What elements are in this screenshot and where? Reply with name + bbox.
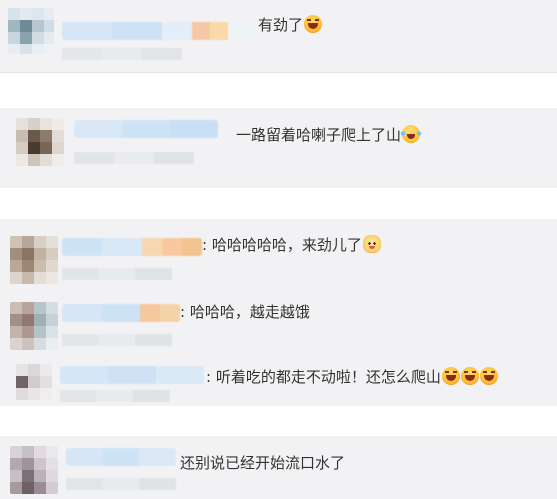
laugh-emoji-icon — [460, 367, 479, 385]
username[interactable] — [62, 22, 252, 40]
avatar[interactable] — [16, 118, 64, 174]
comment-text-content: 还别说已经开始流口水了 — [180, 454, 346, 472]
username[interactable] — [66, 448, 176, 466]
comment-text-content: 一路留着哈喇子爬上了山 — [236, 126, 402, 144]
divider — [0, 72, 557, 73]
laugh-emoji-icon — [304, 15, 323, 33]
avatar[interactable] — [10, 302, 58, 350]
laugh-emoji-icon — [441, 367, 460, 385]
timestamp — [66, 478, 176, 490]
username[interactable] — [74, 120, 218, 138]
comment-text-content: : 哈哈哈，越走越饿 — [180, 303, 310, 321]
comment-row-6: 还别说已经开始流口水了 — [0, 436, 557, 499]
timestamp — [60, 390, 170, 402]
crying-laugh-emoji-icon — [400, 125, 423, 143]
comment-text-content: 有劲了 — [258, 16, 304, 34]
comment-row-2: 一路留着哈喇子爬上了山 — [0, 108, 557, 188]
avatar[interactable] — [16, 364, 52, 400]
comment-text: : 听着吃的都走不动啦！还怎么爬山 — [206, 367, 498, 387]
comment-text: 一路留着哈喇子爬上了山 — [236, 125, 423, 145]
avatar[interactable] — [10, 236, 58, 284]
timestamp — [62, 48, 182, 60]
username[interactable] — [62, 304, 180, 322]
comment-text: 有劲了 — [258, 15, 323, 35]
comment-text: 还别说已经开始流口水了 — [180, 453, 345, 473]
timestamp — [62, 268, 172, 280]
comment-row-4: : 哈哈哈，越走越饿 — [0, 294, 557, 356]
comment-row-1: 有劲了 — [0, 0, 557, 72]
comment-text: : 哈哈哈哈哈，来劲儿了 — [202, 235, 381, 255]
laugh-emoji-icon — [479, 367, 498, 385]
timestamp — [62, 334, 172, 346]
timestamp — [74, 152, 194, 164]
avatar[interactable] — [10, 446, 58, 494]
username[interactable] — [62, 238, 202, 256]
comment-text: : 哈哈哈，越走越饿 — [180, 302, 310, 322]
comment-text-content: : 哈哈哈哈哈，来劲儿了 — [202, 236, 362, 254]
comment-row-5: : 听着吃的都走不动啦！还怎么爬山 — [0, 358, 557, 406]
avatar[interactable] — [8, 8, 54, 54]
cat-face-emoji-icon — [362, 235, 381, 253]
comment-text-content: : 听着吃的都走不动啦！还怎么爬山 — [206, 368, 441, 386]
comment-row-3: : 哈哈哈哈哈，来劲儿了 — [0, 228, 557, 290]
username[interactable] — [60, 366, 204, 384]
